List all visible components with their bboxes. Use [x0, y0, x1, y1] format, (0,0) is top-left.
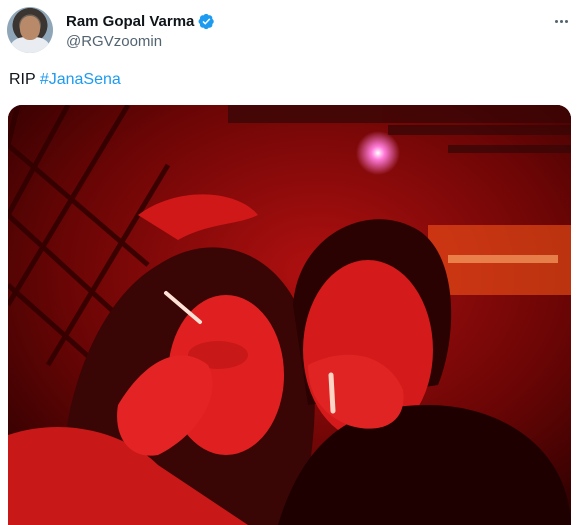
author-display-name[interactable]: Ram Gopal Varma: [66, 13, 194, 30]
more-horizontal-icon: [564, 19, 568, 23]
hashtag-link[interactable]: #JanaSena: [40, 71, 121, 88]
tweet-media-photo[interactable]: [8, 105, 571, 525]
tweet-text-prefix: RIP: [9, 71, 40, 88]
more-options-button[interactable]: [551, 12, 571, 30]
photo-illustration: [8, 105, 571, 525]
more-horizontal-icon: [559, 19, 563, 23]
more-horizontal-icon: [554, 19, 558, 23]
author-handle[interactable]: @RGVzoomin: [66, 33, 162, 50]
verified-badge-icon: [198, 13, 215, 29]
author-name-row: Ram Gopal Varma: [66, 11, 215, 31]
avatar[interactable]: [7, 7, 53, 53]
avatar-face: [20, 16, 40, 40]
tweet-card: Ram Gopal Varma @RGVzoomin RIP #JanaSena: [0, 0, 588, 525]
tweet-text: RIP #JanaSena: [9, 71, 121, 89]
